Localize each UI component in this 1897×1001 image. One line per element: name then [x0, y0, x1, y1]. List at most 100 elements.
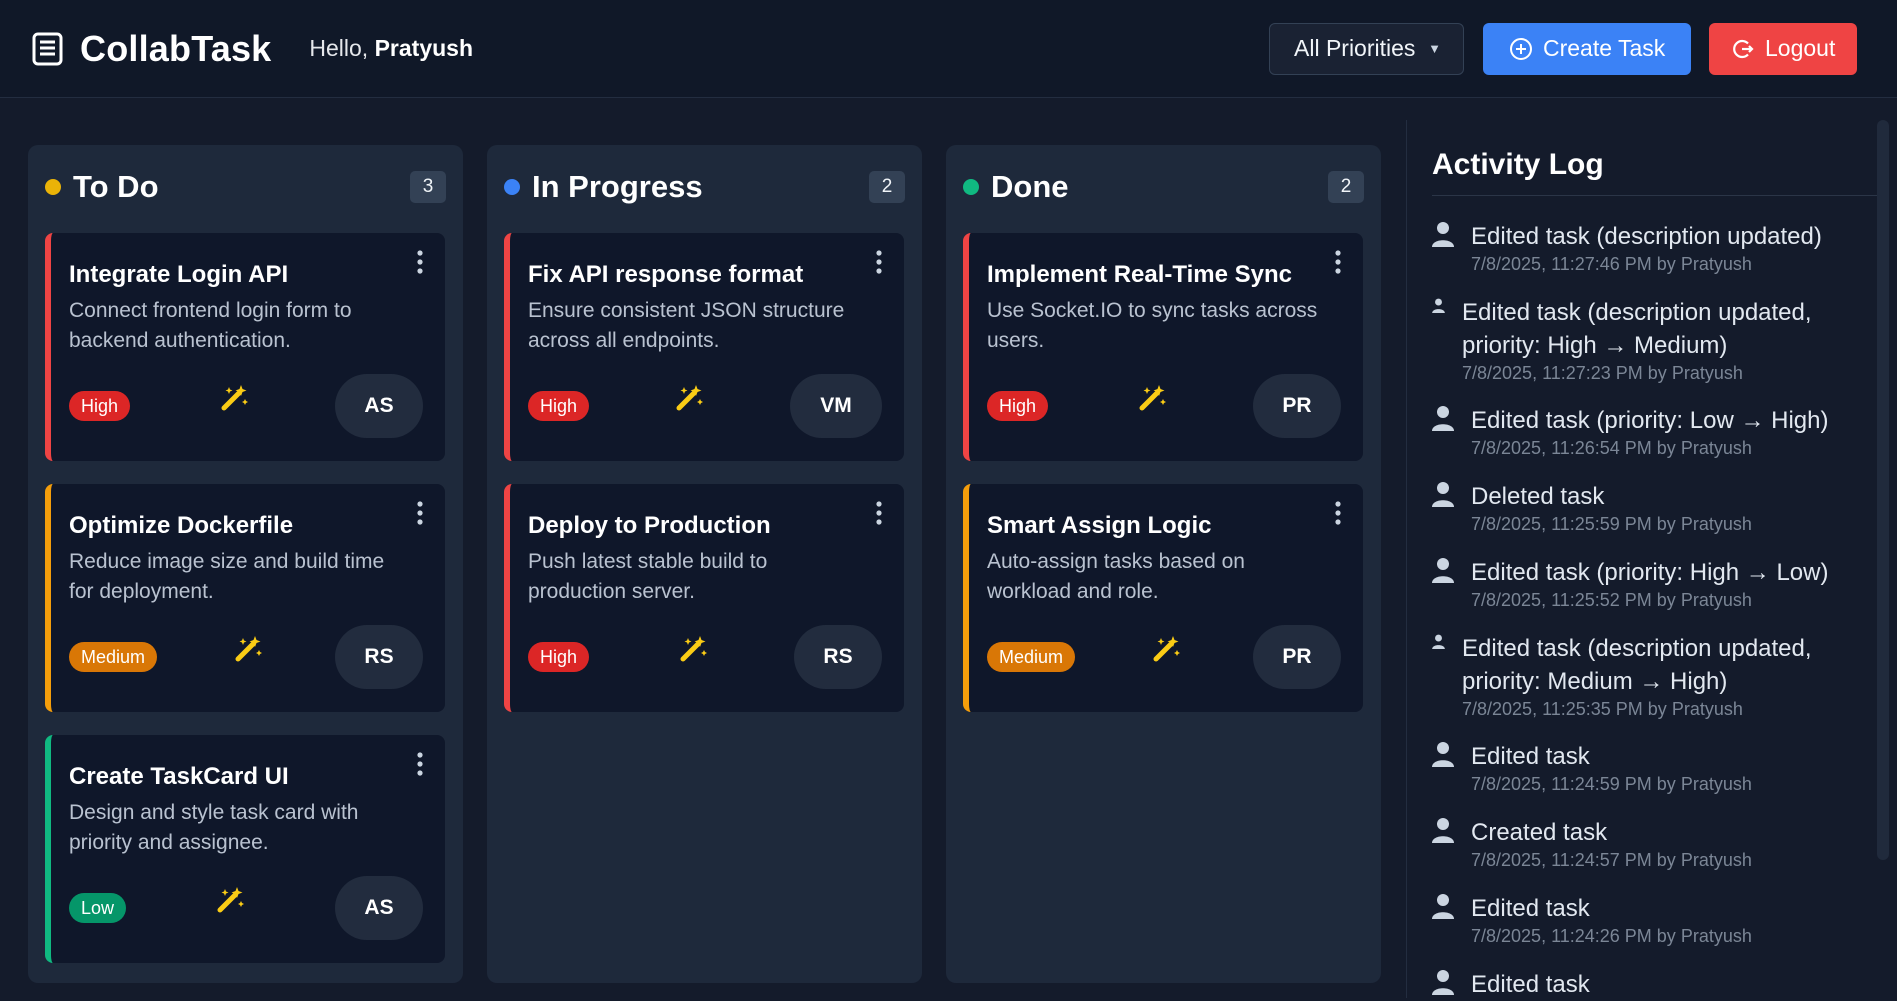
column-title: Done	[991, 169, 1069, 204]
column-header: To Do 3	[45, 167, 446, 207]
magic-wand-icon[interactable]	[219, 383, 249, 413]
task-description: Design and style task card with priority…	[69, 801, 359, 854]
create-task-button[interactable]: Create Task	[1483, 22, 1691, 75]
magic-wand-icon[interactable]	[674, 383, 704, 413]
activity-meta: 7/8/2025, 11:25:35 PM by Pratyush	[1462, 699, 1743, 719]
user-icon	[1432, 634, 1445, 649]
caret-down-icon: ▼	[1428, 41, 1441, 56]
plus-circle-icon	[1510, 37, 1532, 60]
activity-meta: 7/8/2025, 11:26:54 PM by Pratyush	[1471, 438, 1752, 458]
app-header: CollabTask Hello, Pratyush All Prioritie…	[0, 0, 1897, 98]
user-icon	[1432, 406, 1454, 431]
activity-item: Edited task (priority: Low → High) 7/8/2…	[1432, 404, 1862, 459]
column-title: In Progress	[532, 169, 703, 204]
activity-item: Edited task (description updated, priori…	[1432, 632, 1862, 720]
assignee-avatar[interactable]: PR	[1253, 625, 1341, 689]
user-icon	[1432, 558, 1454, 583]
task-card[interactable]: Implement Real-Time Sync Use Socket.IO t…	[963, 233, 1363, 461]
column-todo[interactable]: To Do 3 Integrate Login API Connect fron…	[28, 145, 463, 983]
assignee-avatar[interactable]: RS	[794, 625, 882, 689]
priority-badge: Medium	[69, 642, 158, 672]
task-title: Implement Real-Time Sync	[987, 261, 1292, 288]
status-dot	[504, 179, 520, 195]
activity-text: Edited task (description updated)	[1471, 223, 1822, 250]
user-icon	[1432, 742, 1454, 767]
activity-item: Deleted task 7/8/2025, 11:25:59 PM by Pr…	[1432, 480, 1862, 535]
column-header: In Progress 2	[504, 167, 905, 207]
more-options-icon[interactable]	[415, 751, 425, 779]
activity-item: Edited task 7/8/2025, 11:24:26 PM by Pra…	[1432, 892, 1862, 947]
task-card[interactable]: Smart Assign Logic Auto-assign tasks bas…	[963, 484, 1363, 712]
priority-filter-select[interactable]: All Priorities ▼	[1269, 22, 1464, 75]
create-task-label: Create Task	[1543, 35, 1666, 61]
column-header: Done 2	[963, 167, 1364, 207]
priority-badge: High	[528, 391, 590, 421]
activity-scrollbar[interactable]	[1877, 120, 1889, 860]
more-options-icon[interactable]	[415, 249, 425, 277]
activity-text: Deleted task	[1471, 483, 1605, 510]
activity-meta: 7/8/2025, 11:25:59 PM by Pratyush	[1471, 514, 1752, 534]
task-title: Deploy to Production	[528, 512, 771, 539]
more-options-icon[interactable]	[1333, 249, 1343, 277]
activity-text: Created task	[1471, 819, 1608, 846]
activity-item: Edited task	[1432, 968, 1862, 1001]
activity-item: Edited task 7/8/2025, 11:24:59 PM by Pra…	[1432, 740, 1862, 795]
activity-item: Created task 7/8/2025, 11:24:57 PM by Pr…	[1432, 816, 1862, 871]
activity-text: Edited task	[1471, 971, 1590, 998]
greeting-prefix: Hello,	[309, 35, 375, 61]
more-options-icon[interactable]	[415, 500, 425, 528]
magic-wand-icon[interactable]	[678, 634, 708, 664]
more-options-icon[interactable]	[874, 249, 884, 277]
magic-wand-icon[interactable]	[215, 885, 245, 915]
assignee-avatar[interactable]: AS	[335, 374, 423, 438]
more-options-icon[interactable]	[1333, 500, 1343, 528]
activity-meta: 7/8/2025, 11:24:26 PM by Pratyush	[1471, 926, 1752, 946]
task-count-badge: 2	[869, 171, 905, 203]
user-icon	[1432, 482, 1454, 507]
task-description: Ensure consistent JSON structure across …	[528, 299, 845, 352]
activity-text: Edited task (priority: High → Low)	[1471, 559, 1829, 586]
priority-badge: Low	[69, 893, 127, 923]
task-count-badge: 2	[1328, 171, 1364, 203]
activity-item: Edited task (description updated) 7/8/20…	[1432, 220, 1862, 275]
user-icon	[1432, 970, 1454, 995]
activity-log-title: Activity Log	[1432, 148, 1604, 181]
activity-log-panel: Activity Log Edited task (description up…	[1406, 120, 1878, 1001]
divider	[1432, 195, 1878, 196]
logout-button[interactable]: Logout	[1709, 22, 1857, 75]
activity-meta: 7/8/2025, 11:25:52 PM by Pratyush	[1471, 590, 1752, 610]
task-card[interactable]: Fix API response format Ensure consisten…	[504, 233, 904, 461]
assignee-avatar[interactable]: AS	[335, 876, 423, 940]
user-icon	[1432, 818, 1454, 843]
task-card[interactable]: Deploy to Production Push latest stable …	[504, 484, 904, 712]
status-dot	[963, 179, 979, 195]
more-options-icon[interactable]	[874, 500, 884, 528]
activity-text: Edited task	[1471, 895, 1590, 922]
column-in-progress[interactable]: In Progress 2 Fix API response format En…	[487, 145, 922, 983]
task-count-badge: 3	[410, 171, 446, 203]
assignee-avatar[interactable]: PR	[1253, 374, 1341, 438]
task-card[interactable]: Create TaskCard UI Design and style task…	[45, 735, 445, 963]
priority-badge: High	[987, 391, 1049, 421]
activity-meta: 7/8/2025, 11:27:23 PM by Pratyush	[1462, 363, 1743, 383]
task-description: Connect frontend login form to backend a…	[69, 299, 352, 352]
document-list-icon	[32, 32, 63, 65]
activity-text: Edited task	[1471, 743, 1590, 770]
task-card[interactable]: Integrate Login API Connect frontend log…	[45, 233, 445, 461]
magic-wand-icon[interactable]	[233, 634, 263, 664]
priority-badge: Medium	[987, 642, 1076, 672]
user-icon	[1432, 298, 1445, 313]
task-title: Fix API response format	[528, 261, 804, 288]
magic-wand-icon[interactable]	[1151, 634, 1181, 664]
column-done[interactable]: Done 2 Implement Real-Time Sync Use Sock…	[946, 145, 1381, 983]
task-description: Reduce image size and build time for dep…	[69, 550, 385, 603]
assignee-avatar[interactable]: VM	[790, 374, 882, 438]
priority-badge: High	[69, 391, 131, 421]
priority-filter-value: All Priorities	[1294, 35, 1416, 61]
magic-wand-icon[interactable]	[1137, 383, 1167, 413]
assignee-avatar[interactable]: RS	[335, 625, 423, 689]
task-description: Push latest stable build to production s…	[528, 550, 768, 603]
task-card[interactable]: Optimize Dockerfile Reduce image size an…	[45, 484, 445, 712]
brand-name: CollabTask	[80, 27, 272, 69]
column-title: To Do	[73, 169, 159, 204]
